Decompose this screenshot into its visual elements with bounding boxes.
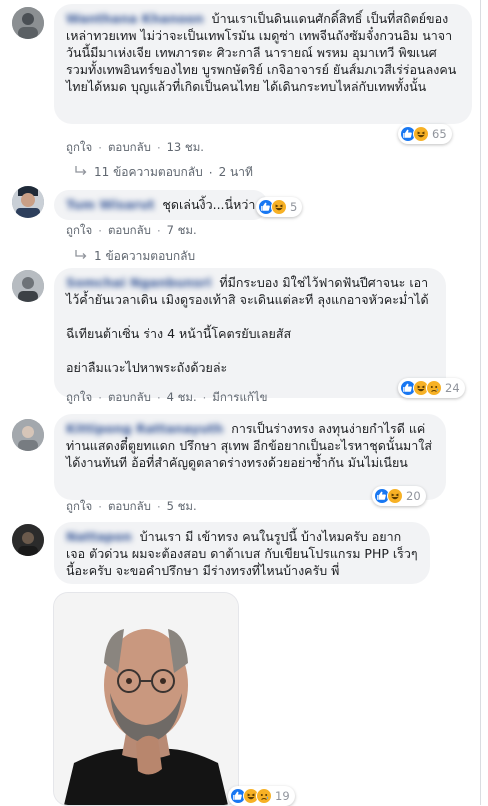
sad-icon	[256, 788, 272, 804]
separator-dot: ·	[208, 165, 213, 180]
sad-icon	[426, 380, 442, 396]
comment-photo[interactable]	[54, 593, 238, 805]
separator-dot: ·	[98, 141, 102, 155]
reaction-summary[interactable]: 19	[228, 786, 295, 806]
comment-bubble: Wanthana Khanoon บ้านเราเป็นดินแดนศักดิ์…	[54, 4, 472, 124]
edited-label[interactable]: มีการแก้ไข	[212, 389, 267, 407]
separator-dot: ·	[156, 141, 161, 155]
haha-icon	[271, 199, 287, 215]
reaction-count: 19	[275, 789, 290, 803]
separator-dot: ·	[156, 500, 161, 514]
comment-actions: ถูกใจ · ตอบกลับ · 7 ชม.	[66, 222, 197, 240]
replies-time: 2 นาที	[218, 165, 253, 179]
comment-bubble: Somchai Nganbunsri ที่มีกระบอง มิใช่ไว้ฟ…	[54, 268, 446, 398]
avatar[interactable]	[12, 419, 44, 451]
comment-thread: Wanthana Khanoon บ้านเราเป็นดินแดนศักดิ์…	[0, 0, 481, 806]
separator-dot: ·	[156, 224, 161, 238]
like-link[interactable]: ถูกใจ	[66, 139, 92, 157]
comment-actions: ถูกใจ · ตอบกลับ · 5 ชม.	[66, 498, 197, 516]
reaction-summary[interactable]: 5	[256, 197, 303, 217]
separator-dot: ·	[156, 391, 161, 405]
reply-link[interactable]: ตอบกลับ	[108, 222, 151, 240]
separator-dot: ·	[98, 391, 102, 405]
comment-text: ชุดเล่นงิ้ว...นี่หว่า	[162, 197, 256, 212]
reply-link[interactable]: ตอบกลับ	[108, 498, 151, 516]
timestamp[interactable]: 7 ชม.	[167, 222, 197, 240]
commenter-name[interactable]: Somchai Nganbunsri	[66, 274, 211, 291]
like-link[interactable]: ถูกใจ	[66, 389, 92, 407]
avatar[interactable]	[12, 270, 44, 302]
comment-paragraph: อย่าลืมแวะไปหาพระถังด้วยล่ะ	[66, 360, 228, 375]
reply-link[interactable]: ตอบกลับ	[108, 139, 151, 157]
reaction-count: 20	[406, 489, 421, 503]
comment-bubble: Nattapon บ้านเรา มี เข้าทรง คนในรูปนี้ บ…	[54, 522, 430, 584]
commenter-name[interactable]: Nattapon	[66, 528, 132, 545]
separator-dot: ·	[98, 500, 102, 514]
view-replies[interactable]: 1 ข้อความตอบกลับ	[74, 247, 195, 266]
haha-icon	[413, 126, 429, 142]
timestamp[interactable]: 4 ชม.	[167, 389, 197, 407]
separator-dot: ·	[202, 391, 207, 405]
replies-count-link[interactable]: 11 ข้อความตอบกลับ	[94, 163, 203, 182]
haha-icon	[387, 488, 403, 504]
reaction-count: 5	[290, 200, 298, 214]
reply-link[interactable]: ตอบกลับ	[108, 389, 151, 407]
reaction-summary[interactable]: 24	[398, 378, 465, 398]
like-link[interactable]: ถูกใจ	[66, 222, 92, 240]
commenter-name[interactable]: Tum Wisarut	[66, 196, 154, 213]
comment-actions: ถูกใจ · ตอบกลับ · 4 ชม. · มีการแก้ไข	[66, 389, 267, 407]
reaction-count: 24	[445, 381, 460, 395]
replies-count-link[interactable]: 1 ข้อความตอบกลับ	[94, 247, 195, 266]
comment-bubble: Tum Wisarut ชุดเล่นงิ้ว...นี่หว่า	[54, 190, 268, 220]
comment-actions: ถูกใจ · ตอบกลับ · 13 ชม.	[66, 139, 204, 157]
reaction-summary[interactable]: 65	[398, 124, 452, 144]
reaction-summary[interactable]: 20	[372, 486, 426, 506]
timestamp[interactable]: 13 ชม.	[167, 139, 204, 157]
timestamp[interactable]: 5 ชม.	[167, 498, 197, 516]
avatar[interactable]	[12, 7, 44, 39]
reaction-count: 65	[432, 127, 447, 141]
separator-dot: ·	[98, 224, 102, 238]
like-link[interactable]: ถูกใจ	[66, 498, 92, 516]
avatar[interactable]	[12, 524, 44, 556]
commenter-name[interactable]: Kittipong Rattanayuth	[66, 420, 223, 437]
comment-paragraph: ฉีเทียนต้าเซิ่น ร่าง 4 หน้านี้โคตรยับเลย…	[66, 326, 292, 341]
reply-arrow-icon	[74, 165, 88, 180]
avatar[interactable]	[12, 186, 44, 218]
reply-arrow-icon	[74, 249, 88, 264]
commenter-name[interactable]: Wanthana Khanoon	[66, 10, 204, 27]
view-replies[interactable]: 11 ข้อความตอบกลับ · 2 นาที	[74, 163, 253, 182]
